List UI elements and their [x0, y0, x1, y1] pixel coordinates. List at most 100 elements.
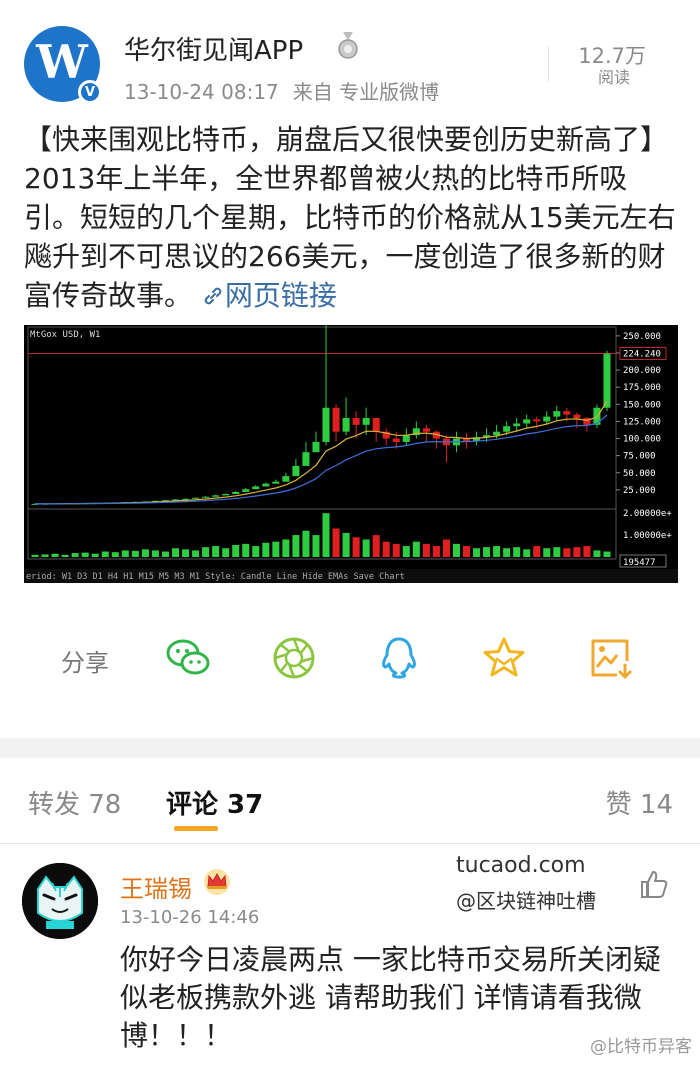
- candle-body: [533, 419, 541, 422]
- volume-bar: [51, 553, 59, 557]
- candle-body: [182, 498, 190, 500]
- volume-bar: [292, 535, 300, 557]
- volume-bar: [81, 552, 89, 557]
- y-tick-label: 100.000: [623, 435, 661, 445]
- candle-body: [372, 418, 380, 432]
- post-body: 【快来围观比特币，崩盘后又很快要创历史新高了】2013年上半年，全世界都曾被火热…: [24, 120, 680, 315]
- volume-bar: [312, 535, 320, 557]
- candle-body: [493, 431, 501, 436]
- moments-icon[interactable]: [271, 635, 317, 681]
- volume-bar: [603, 551, 611, 557]
- candle-body: [222, 493, 230, 496]
- candle-body: [252, 486, 260, 490]
- candle-body: [302, 452, 310, 466]
- volume-bar: [402, 546, 410, 557]
- volume-bar: [282, 539, 290, 557]
- section-separator: [0, 738, 700, 758]
- brand-logo: W: [36, 35, 88, 89]
- volume-bar: [372, 535, 380, 557]
- volume-bar: [202, 547, 210, 557]
- volume-bar: [553, 547, 561, 557]
- post-meta: 13-10-24 08:17 来自 专业版微博: [124, 76, 439, 105]
- volume-bar: [31, 554, 39, 557]
- save-image-icon[interactable]: [587, 635, 633, 681]
- chart-canvas: MtGox USD, W1 250.000225.000200.000175.0…: [24, 325, 678, 583]
- volume-bar: [322, 513, 330, 557]
- post-source: 来自 专业版微博: [292, 80, 440, 104]
- wechat-icon[interactable]: [165, 635, 211, 681]
- verified-badge-icon: V: [78, 80, 102, 104]
- commenter-avatar[interactable]: [22, 863, 98, 939]
- price-chart[interactable]: MtGox USD, W1 250.000225.000200.000175.0…: [24, 325, 678, 583]
- volume-bar: [473, 548, 481, 557]
- commenter-name[interactable]: 王瑞锡: [120, 869, 192, 904]
- candle-body: [332, 407, 340, 432]
- volume-bar: [422, 543, 430, 557]
- web-link-label: 网页链接: [224, 279, 337, 312]
- read-label: 阅读: [597, 68, 630, 87]
- volume-bar: [362, 539, 370, 557]
- web-link[interactable]: 网页链接: [201, 279, 337, 312]
- tab-likes[interactable]: 赞 14: [606, 784, 673, 821]
- volume-bar: [533, 546, 541, 557]
- volume-bar: [392, 543, 400, 557]
- volume-bar: [503, 548, 511, 557]
- y-tick-label: 200.000: [623, 366, 661, 376]
- chart-toolbar[interactable]: eriod: W1 D3 D1 H4 H1 M15 M5 M3 M1 Style…: [26, 572, 405, 582]
- volume-bar: [493, 546, 501, 557]
- candle-body: [272, 481, 280, 484]
- candle-body: [513, 423, 521, 427]
- volume-bar: [141, 549, 149, 557]
- candle-body: [503, 426, 511, 432]
- link-icon: [204, 287, 222, 305]
- divider: [548, 46, 549, 82]
- volume-bar: [171, 548, 180, 557]
- volume-bar: [61, 554, 69, 557]
- candle-body: [573, 414, 581, 418]
- volume-bar: [302, 530, 310, 557]
- y-tick-label: 150.000: [623, 400, 661, 410]
- author-avatar[interactable]: W V: [24, 26, 102, 104]
- volume-bar: [192, 550, 200, 557]
- volume-bar: [382, 541, 390, 557]
- tab-comments[interactable]: 评论 37: [166, 784, 263, 821]
- candle-body: [543, 416, 551, 422]
- post-timestamp: 13-10-24 08:17: [124, 80, 279, 104]
- watermark-handle: @区块链神吐槽: [456, 889, 596, 913]
- candle-body: [422, 428, 430, 432]
- volume-bar: [101, 551, 109, 557]
- medal-icon: [338, 32, 358, 59]
- candle-body: [312, 441, 320, 453]
- favorite-icon[interactable]: [481, 635, 527, 681]
- candle-body: [262, 483, 270, 487]
- volume-bar: [452, 543, 460, 557]
- candle-body: [322, 407, 330, 442]
- thumbs-up-icon[interactable]: [640, 869, 668, 899]
- tab-repost[interactable]: 转发 78: [28, 784, 121, 821]
- post-text: 【快来围观比特币，崩盘后又很快要创历史新高了】2013年上半年，全世界都曾被火热…: [24, 123, 676, 312]
- active-tab-indicator: [174, 826, 218, 831]
- share-row: 分享: [0, 625, 700, 695]
- candle-body: [352, 418, 360, 425]
- volume-bar: [161, 551, 169, 557]
- volume-bar: [483, 547, 491, 557]
- volume-bar: [242, 543, 250, 557]
- volume-bar: [573, 547, 581, 557]
- tabs-bar: 转发 78 评论 37 赞 14: [0, 758, 700, 844]
- candle-body: [202, 496, 210, 498]
- y-tick-label: 75.000: [623, 452, 656, 462]
- comment-item: 王瑞锡 13-10-26 14:46 tucaod.com @区块链神吐槽 你好…: [0, 845, 700, 1065]
- y-tick-label: 50.000: [623, 469, 656, 479]
- candle-body: [553, 411, 561, 417]
- y-tick-label: 250.000: [623, 332, 661, 342]
- volume-bar: [151, 550, 159, 557]
- candle-body: [342, 418, 350, 432]
- volume-bar: [462, 546, 471, 557]
- volume-label: 195477: [623, 558, 656, 568]
- y-tick-label: 25.000: [623, 486, 656, 496]
- author-name[interactable]: 华尔街见闻APP: [124, 30, 303, 67]
- volume-bar: [342, 532, 350, 557]
- qq-icon[interactable]: [376, 635, 422, 681]
- volume-bar: [583, 546, 591, 557]
- volume-bar: [412, 541, 420, 557]
